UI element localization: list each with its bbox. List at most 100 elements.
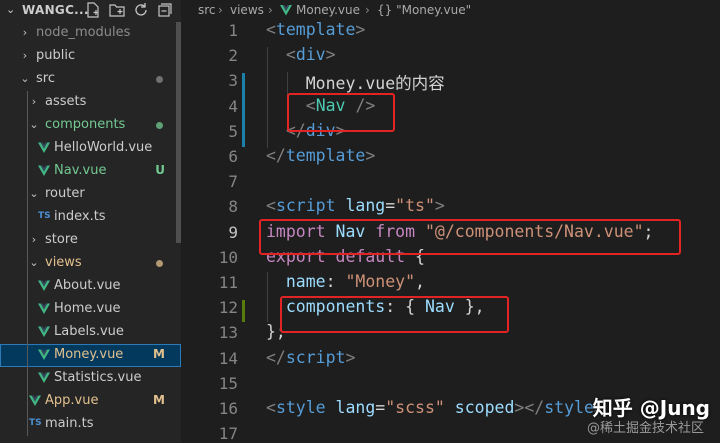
tree-item-label: node_modules <box>36 25 131 40</box>
vue-file-icon <box>38 326 50 337</box>
line-number: 12 <box>218 298 238 318</box>
breadcrumb-src[interactable]: src <box>198 3 216 17</box>
code-token: > <box>355 20 366 39</box>
explorer-sidebar: ⌄ WANGC... › node_modules › public ⌄ src › asse… <box>0 0 181 443</box>
breadcrumb-file[interactable]: Money.vue <box>296 3 360 17</box>
code-token: "Money" <box>345 272 416 291</box>
code-line[interactable]: </template> <box>266 146 375 165</box>
watermark-sub: @稀土掘金技术社区 <box>586 421 704 436</box>
vue-file-icon <box>38 303 50 314</box>
code-line[interactable]: name: "Money", <box>266 272 425 291</box>
code-token: < <box>266 398 276 417</box>
line-number: 13 <box>218 323 238 343</box>
modified-dot-icon <box>156 122 163 129</box>
breadcrumb-views[interactable]: views <box>230 3 264 17</box>
code-editor: src › views › Money.vue › {} "Money.vue"… <box>181 0 720 443</box>
explorer-header: ⌄ WANGC... <box>0 0 181 22</box>
tree-item[interactable]: › node_modules <box>0 22 181 45</box>
new-file-icon[interactable] <box>84 1 102 19</box>
line-number: 15 <box>218 373 238 393</box>
line-number: 14 <box>218 348 238 368</box>
code-token: < <box>285 45 296 65</box>
line-number: 17 <box>218 424 238 443</box>
tree-item-label: router <box>45 186 85 201</box>
code-token: "ts" <box>395 196 435 216</box>
line-number: 2 <box>228 46 238 66</box>
code-token: , <box>415 272 425 291</box>
vue-file-icon <box>38 372 50 383</box>
breadcrumb-separator-icon: › <box>365 3 370 17</box>
tree-item-label: HelloWorld.vue <box>54 140 153 155</box>
tree-item-label: Nav.vue <box>54 163 107 178</box>
vue-file-icon <box>38 165 50 176</box>
code-token: = <box>385 196 396 216</box>
code-line[interactable]: <style lang="scss" scoped></style> <box>266 398 604 417</box>
tree-item-label: components <box>45 117 126 132</box>
tree-item-label: src <box>36 71 55 86</box>
chevron-right-icon[interactable]: › <box>29 95 39 108</box>
code-line[interactable]: <script lang="ts"> <box>266 196 445 215</box>
modified-dot-icon <box>156 260 163 267</box>
code-line[interactable]: Money.vue的内容 <box>266 70 445 94</box>
tree-item[interactable]: › public <box>0 45 181 68</box>
code-token: lang <box>335 398 376 417</box>
tree-item-label: Labels.vue <box>54 324 124 339</box>
refresh-icon[interactable] <box>132 1 150 19</box>
code-token: </ <box>266 146 286 165</box>
code-line[interactable]: </script> <box>266 348 355 367</box>
code-line[interactable]: <template> <box>266 20 365 39</box>
tree-item-label: App.vue <box>45 393 99 408</box>
line-number: 9 <box>228 222 238 242</box>
chevron-right-icon[interactable]: › <box>20 49 30 62</box>
code-token: > <box>365 146 376 165</box>
code-token: > <box>434 196 445 216</box>
line-number: 4 <box>228 96 238 116</box>
chevron-right-icon[interactable]: › <box>29 233 39 246</box>
collapse-all-icon[interactable] <box>156 1 174 19</box>
code-token: template <box>275 20 356 39</box>
code-token: lang <box>345 196 386 216</box>
line-number: 1 <box>228 21 238 40</box>
code-token: div <box>295 45 326 65</box>
code-token: style <box>544 398 594 417</box>
chevron-down-icon[interactable]: ⌄ <box>29 187 39 200</box>
code-token: < <box>266 20 276 39</box>
code-token: name <box>285 272 326 291</box>
highlight-box-components <box>280 296 509 333</box>
tree-item-label: main.ts <box>45 416 94 431</box>
breadcrumb-separator-icon: › <box>268 3 273 17</box>
tree-item-label: views <box>45 255 82 270</box>
vue-file-icon <box>280 5 292 16</box>
breadcrumb-symbol[interactable]: {} "Money.vue" <box>377 3 471 17</box>
collapse-chevron-icon[interactable]: ⌄ <box>6 3 15 16</box>
tree-item-label: index.ts <box>54 209 106 224</box>
tree-indent-guide <box>27 91 28 436</box>
code-token: scoped <box>454 398 515 417</box>
code-token: < <box>266 196 276 216</box>
line-number: 16 <box>218 399 238 418</box>
typescript-file-icon: TS <box>29 418 42 428</box>
line-number: 3 <box>228 71 238 91</box>
tree-item-label: Money.vue <box>54 347 124 362</box>
tree-item[interactable]: ⌄ src <box>0 68 181 91</box>
explorer-title[interactable]: WANGC... <box>22 3 89 17</box>
vue-file-icon <box>38 349 50 360</box>
git-status-badge: M <box>153 347 165 361</box>
chevron-down-icon[interactable]: ⌄ <box>29 118 39 131</box>
code-token: = <box>375 398 386 417</box>
chevron-down-icon[interactable]: ⌄ <box>20 72 30 85</box>
new-folder-icon[interactable] <box>108 1 126 19</box>
added-line-marker[interactable] <box>242 300 245 322</box>
chevron-right-icon[interactable]: › <box>20 26 30 39</box>
line-number: 5 <box>228 121 238 141</box>
chevron-down-icon[interactable]: ⌄ <box>29 256 39 269</box>
modified-lines-marker[interactable] <box>242 73 245 147</box>
code-line[interactable]: <div> <box>266 45 336 64</box>
highlight-box-nav-tag <box>287 93 395 132</box>
vue-file-icon <box>38 280 50 291</box>
tree-item-label: store <box>45 232 78 247</box>
code-token: > <box>345 347 356 367</box>
